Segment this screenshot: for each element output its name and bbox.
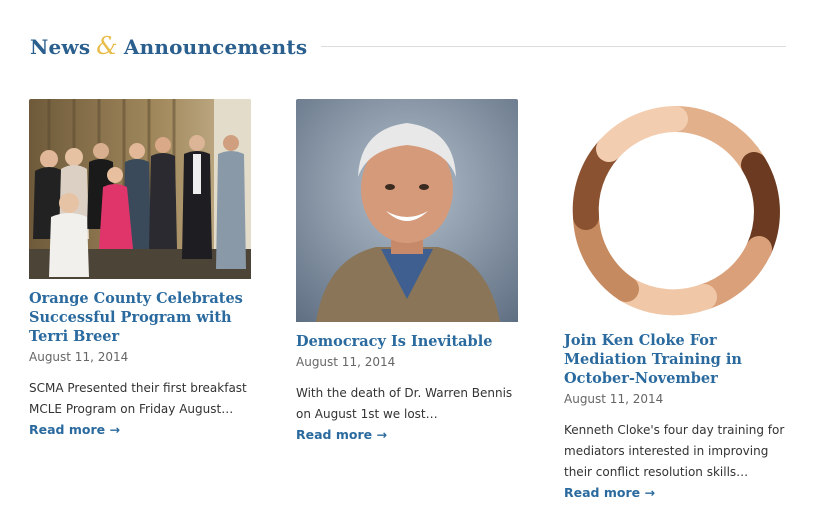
article-excerpt: Kenneth Cloke's four day training for me…	[564, 423, 785, 479]
section-title-announcements: Announcements	[123, 35, 308, 59]
section-title: News & Announcements	[30, 32, 307, 60]
article-title-link[interactable]: Democracy Is Inevitable	[296, 332, 518, 351]
section-title-news: News	[30, 35, 91, 59]
article-excerpt: With the death of Dr. Warren Bennis on A…	[296, 386, 513, 421]
read-more-link[interactable]: Read more →	[296, 425, 518, 445]
news-card: Orange County Celebrates Successful Prog…	[29, 99, 251, 440]
portrait-photo-image[interactable]	[296, 99, 518, 326]
news-card: Democracy Is Inevitable August 11, 2014 …	[296, 99, 518, 445]
read-more-link[interactable]: Read more →	[564, 483, 786, 503]
article-title-link[interactable]: Join Ken Cloke For Mediation Training in…	[564, 331, 786, 388]
group-photo-image[interactable]	[29, 99, 251, 283]
section-header: News & Announcements	[30, 30, 786, 62]
news-card: Join Ken Cloke For Mediation Training in…	[564, 99, 786, 503]
read-more-link[interactable]: Read more →	[29, 420, 251, 440]
article-title-link[interactable]: Orange County Celebrates Successful Prog…	[29, 289, 251, 346]
article-date: August 11, 2014	[564, 392, 664, 406]
ampersand-glyph: &	[96, 32, 118, 60]
hands-circle-image[interactable]	[564, 99, 786, 325]
article-date: August 11, 2014	[29, 350, 129, 364]
article-date: August 11, 2014	[296, 355, 396, 369]
article-excerpt: SCMA Presented their first breakfast MCL…	[29, 381, 247, 416]
header-divider	[321, 45, 786, 47]
